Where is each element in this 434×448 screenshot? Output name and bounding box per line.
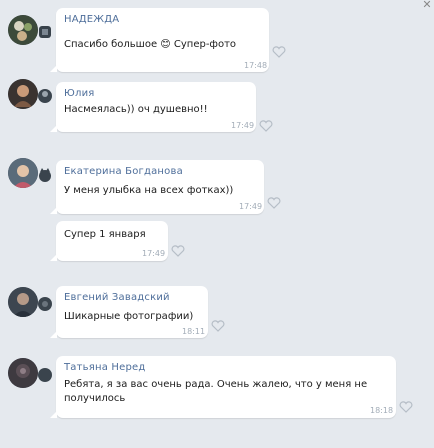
message-time: 17:49 bbox=[231, 121, 255, 130]
message-time: 17:49 bbox=[142, 249, 166, 258]
close-icon[interactable]: ✕ bbox=[422, 0, 432, 10]
orb-icon bbox=[37, 367, 53, 383]
like-heart-icon[interactable] bbox=[272, 46, 286, 58]
message-text: Ребята, я за вас очень рада. Очень жалею… bbox=[64, 379, 368, 404]
avatar-dark-icon[interactable] bbox=[8, 358, 38, 388]
message-time: 17:48 bbox=[244, 61, 268, 70]
like-heart-icon[interactable] bbox=[211, 320, 225, 332]
message-time: 18:18 bbox=[370, 406, 394, 415]
message-bubble: НАДЕЖДА Спасибо большое 😊 Супер-фото 17:… bbox=[50, 8, 269, 72]
message-bubble: Екатерина Богданова У меня улыбка на все… bbox=[50, 160, 264, 214]
avatar-girl-icon[interactable] bbox=[8, 79, 38, 109]
cat-icon bbox=[37, 167, 53, 183]
message-bubble: Евгений Завадский Шикарные фотографии) 1… bbox=[50, 286, 208, 338]
cube-icon bbox=[37, 24, 53, 40]
message-text: Шикарные фотографии) bbox=[64, 311, 194, 322]
message-time: 18:11 bbox=[182, 327, 206, 336]
avatar-man-icon[interactable] bbox=[8, 287, 38, 317]
message-text: У меня улыбка на всех фотках)) bbox=[64, 185, 234, 196]
message-bubble: Юлия Насмеялась)) оч душевно!! 17:49 bbox=[50, 82, 256, 132]
message-author[interactable]: Татьяна Неред bbox=[64, 362, 146, 373]
hat-icon bbox=[37, 88, 53, 104]
avatar-flowers-icon[interactable] bbox=[8, 15, 38, 45]
like-heart-icon[interactable] bbox=[399, 401, 413, 413]
message-text: Спасибо большое 😊 Супер-фото bbox=[64, 39, 237, 50]
message-time: 17:49 bbox=[239, 202, 263, 211]
like-heart-icon[interactable] bbox=[259, 120, 273, 132]
like-heart-icon[interactable] bbox=[267, 197, 281, 209]
message-author[interactable]: Юлия bbox=[64, 88, 95, 99]
message-author[interactable]: Евгений Завадский bbox=[64, 292, 170, 303]
message-bubble: Татьяна Неред Ребята, я за вас очень рад… bbox=[50, 356, 396, 418]
avatar-woman-icon[interactable] bbox=[8, 158, 38, 188]
message-bubble: Супер 1 января 17:49 bbox=[50, 221, 168, 261]
message-author[interactable]: НАДЕЖДА bbox=[64, 14, 119, 25]
cup-icon bbox=[37, 296, 53, 312]
message-author[interactable]: Екатерина Богданова bbox=[64, 166, 183, 177]
message-text: Супер 1 января bbox=[64, 229, 146, 240]
like-heart-icon[interactable] bbox=[171, 245, 185, 257]
message-text: Насмеялась)) оч душевно!! bbox=[64, 104, 208, 115]
